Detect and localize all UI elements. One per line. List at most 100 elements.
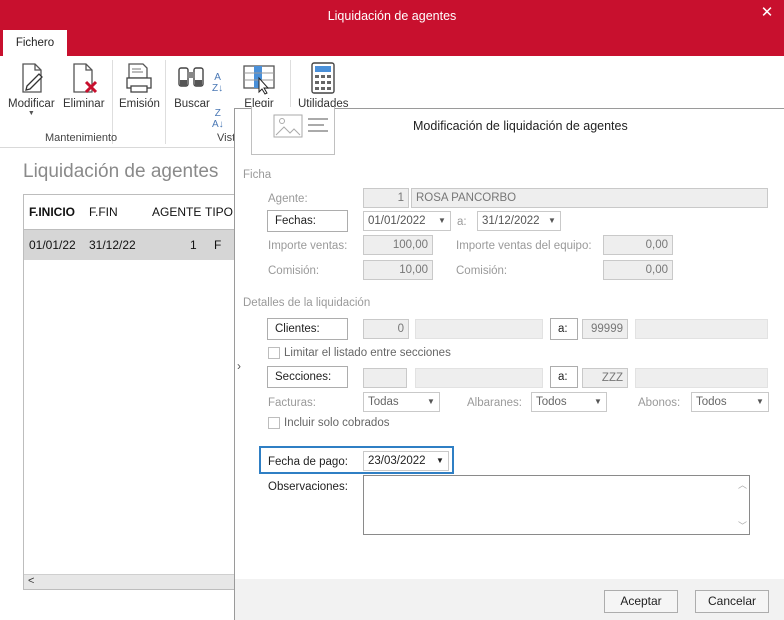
chevron-down-icon[interactable]: ▼ (8, 110, 55, 117)
grid-header: F.INICIO F.FIN AGENTE TIPO (24, 195, 237, 230)
seccion-hasta-name (635, 368, 768, 388)
record-card-icon (251, 107, 335, 155)
column-header[interactable]: TIPO (205, 205, 233, 219)
abonos-label: Abonos: (638, 397, 681, 409)
list-title: Liquidación de agentes (23, 161, 219, 182)
cell-f-inicio: 01/01/22 (29, 238, 76, 252)
importe-ventas-field[interactable]: 100,00 (363, 235, 433, 255)
column-header[interactable]: AGENTE (152, 205, 201, 219)
emision-button[interactable]: Emisión (119, 60, 160, 110)
column-header[interactable]: F.INICIO (29, 205, 75, 219)
fecha-pago-label: Fecha de pago: (268, 456, 348, 468)
albaranes-select[interactable]: Todos ▼ (531, 392, 607, 412)
ribbon-separator (165, 60, 166, 144)
list-pane: Liquidación de agentes F.INICIO F.FIN AG… (0, 149, 237, 620)
comision-equipo-field[interactable]: 0,00 (603, 260, 673, 280)
aceptar-button[interactable]: Aceptar (604, 590, 678, 613)
albaranes-label: Albaranes: (467, 397, 522, 409)
fecha-hasta-select[interactable]: 31/12/2022 ▼ (477, 211, 561, 231)
chevron-left-icon[interactable]: < (28, 575, 34, 587)
cliente-desde-field[interactable]: 0 (363, 319, 409, 339)
fecha-desde-value: 01/01/2022 (368, 215, 426, 227)
chevron-down-icon[interactable]: ▼ (423, 393, 439, 411)
eliminar-button[interactable]: Eliminar (63, 60, 105, 110)
edit-dialog: Modificación de liquidación de agentes ›… (234, 107, 784, 620)
choose-columns-icon (243, 65, 275, 95)
buscar-label: Buscar (174, 98, 210, 110)
fecha-pago-select[interactable]: 23/03/2022 ▼ (363, 451, 449, 471)
table-row[interactable]: 01/01/22 31/12/22 1 F (24, 230, 237, 260)
section-detalles: Detalles de la liquidación (243, 297, 371, 309)
group-vista: Vist (217, 132, 236, 144)
fecha-pago-value: 23/03/2022 (368, 455, 426, 467)
chevron-down-icon[interactable]: ▼ (434, 212, 450, 230)
modificar-button[interactable]: Modificar ▼ (8, 60, 55, 117)
binoculars-icon (178, 67, 204, 87)
tab-fichero[interactable]: Fichero (3, 30, 67, 56)
secciones-button[interactable]: Secciones: (267, 366, 348, 388)
limitar-checkbox[interactable] (268, 347, 280, 359)
secciones-a-button[interactable]: a: (550, 366, 578, 388)
dialog-title: Modificación de liquidación de agentes (413, 119, 628, 133)
abonos-value: Todos (696, 396, 727, 408)
importe-equipo-label: Importe ventas del equipo: (456, 240, 592, 252)
fecha-desde-select[interactable]: 01/01/2022 ▼ (363, 211, 451, 231)
importe-equipo-field[interactable]: 0,00 (603, 235, 673, 255)
observaciones-label: Observaciones: (268, 481, 348, 493)
delete-document-icon (73, 63, 97, 94)
close-icon[interactable]: ✕ (758, 4, 776, 22)
importe-ventas-label: Importe ventas: (268, 240, 348, 252)
comision-label: Comisión: (268, 265, 320, 277)
eliminar-label: Eliminar (63, 98, 105, 110)
modificar-label: Modificar (8, 98, 55, 110)
seccion-desde-field[interactable] (363, 368, 407, 388)
fechas-a-label: a: (457, 216, 467, 228)
chevron-down-icon[interactable]: ▼ (432, 452, 448, 470)
cancelar-button[interactable]: Cancelar (695, 590, 769, 613)
chevron-down-icon[interactable]: ▼ (752, 393, 768, 411)
fecha-hasta-value: 31/12/2022 (482, 215, 540, 227)
calculator-icon (311, 62, 335, 94)
list-grid[interactable]: F.INICIO F.FIN AGENTE TIPO 01/01/22 31/1… (23, 194, 237, 590)
facturas-value: Todas (368, 396, 399, 408)
fechas-button[interactable]: Fechas: (267, 210, 348, 232)
cell-f-fin: 31/12/22 (89, 238, 136, 252)
clientes-a-button[interactable]: a: (550, 318, 578, 340)
observaciones-textarea[interactable]: ︿ ﹀ (363, 475, 750, 535)
agente-name-field: ROSA PANCORBO (411, 188, 768, 208)
chevron-down-icon[interactable]: ﹀ (738, 519, 747, 532)
facturas-select[interactable]: Todas ▼ (363, 392, 440, 412)
agente-label: Agente: (268, 193, 308, 205)
print-icon (126, 63, 153, 93)
comision-field[interactable]: 10,00 (363, 260, 433, 280)
agente-code-field[interactable]: 1 (363, 188, 409, 208)
facturas-label: Facturas: (268, 397, 316, 409)
emision-label: Emisión (119, 98, 160, 110)
chevron-down-icon[interactable]: ▼ (590, 393, 606, 411)
incluir-cobrados-label: Incluir solo cobrados (284, 417, 390, 429)
buscar-button[interactable]: Buscar (174, 60, 210, 110)
seccion-hasta-field[interactable]: ZZZ (582, 368, 628, 388)
abonos-select[interactable]: Todos ▼ (691, 392, 769, 412)
horizontal-scrollbar[interactable]: < (24, 574, 237, 589)
albaranes-value: Todos (536, 396, 567, 408)
elegir-button[interactable]: Elegir (241, 60, 277, 110)
chevron-up-icon[interactable]: ︿ (738, 478, 747, 491)
cell-tipo: F (214, 238, 222, 252)
cell-agente: 1 (190, 238, 197, 252)
comision-equipo-label: Comisión: (456, 265, 508, 277)
chevron-down-icon[interactable]: ▼ (544, 212, 560, 230)
edit-document-icon (22, 63, 44, 93)
sort-az-icon[interactable]: A Z↓ (212, 72, 223, 94)
seccion-desde-name (415, 368, 543, 388)
section-ficha: Ficha (243, 169, 272, 181)
column-header[interactable]: F.FIN (89, 205, 118, 219)
chevron-right-icon[interactable]: › (237, 359, 241, 373)
clientes-button[interactable]: Clientes: (267, 318, 348, 340)
utilidades-button[interactable]: Utilidades (298, 60, 349, 110)
cliente-hasta-name (635, 319, 768, 339)
incluir-cobrados-checkbox[interactable] (268, 417, 280, 429)
cliente-hasta-field[interactable]: 99999 (582, 319, 628, 339)
window-title: Liquidación de agentes (327, 9, 457, 23)
sort-za-icon[interactable]: Z A↓ (212, 108, 224, 130)
